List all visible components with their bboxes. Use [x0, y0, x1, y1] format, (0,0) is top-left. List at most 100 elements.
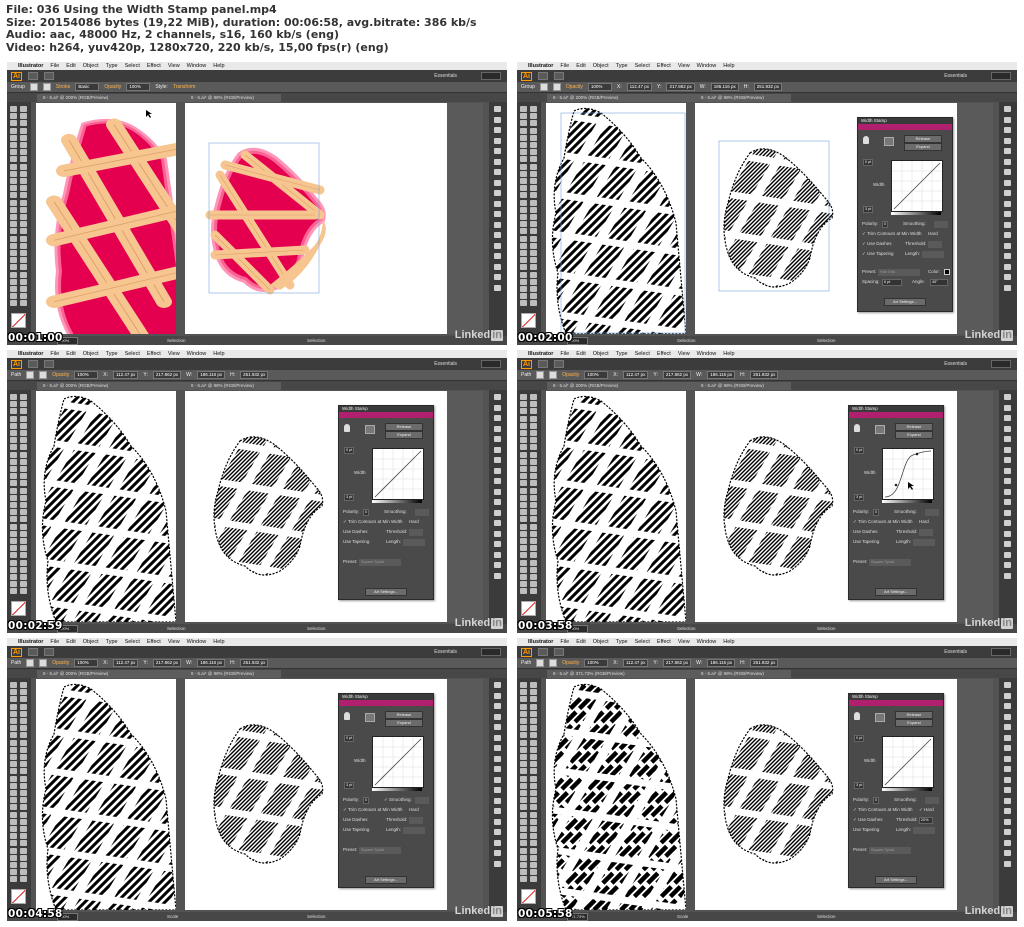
menu-type[interactable]: Type [106, 351, 118, 357]
document-tab-right[interactable]: 8 - 5.ai* @ 98% (RGB/Preview) [185, 670, 281, 678]
max-width-field[interactable]: 0 pt [344, 447, 355, 454]
dock-panel-icon[interactable] [494, 755, 501, 762]
tool-icon[interactable] [520, 149, 527, 156]
dock-panel-icon[interactable] [494, 263, 501, 270]
tool-icon[interactable] [530, 545, 537, 552]
tool-icon[interactable] [530, 725, 537, 732]
dock-panel-icon[interactable] [494, 232, 501, 238]
tool-icon[interactable] [10, 775, 17, 782]
tool-icon[interactable] [530, 811, 537, 818]
menu-object[interactable]: Object [593, 63, 609, 69]
dock-panel-icon[interactable] [1004, 745, 1011, 751]
menu-object[interactable]: Object [593, 639, 609, 645]
dock-panel-icon[interactable] [1004, 242, 1011, 249]
tool-icon[interactable] [20, 206, 27, 213]
tool-icon[interactable] [10, 754, 17, 760]
art-settings-button[interactable]: Art Settings... [365, 876, 407, 884]
dock-panel-icon[interactable] [1004, 724, 1011, 730]
fill-swatch[interactable] [29, 83, 38, 91]
tool-icon[interactable] [530, 120, 537, 127]
control-item[interactable]: 251.932 px [750, 659, 779, 667]
document-tab-right[interactable]: 8 - 5.ai* @ 98% (RGB/Preview) [185, 382, 281, 390]
dock-panel-icon[interactable] [494, 127, 501, 133]
tool-icon[interactable] [530, 293, 537, 300]
tool-icon[interactable] [20, 509, 27, 516]
dock-panel-icon[interactable] [494, 446, 501, 453]
stroke-swatch[interactable] [39, 659, 48, 667]
tool-icon[interactable] [530, 170, 537, 177]
stroke-swatch[interactable] [552, 83, 561, 91]
tool-icon[interactable] [10, 840, 17, 847]
menu-file[interactable]: File [50, 639, 59, 645]
tool-icon[interactable] [10, 466, 17, 472]
app-menu-illustrator[interactable]: Illustrator [528, 63, 553, 69]
tool-icon[interactable] [530, 761, 537, 768]
menu-type[interactable]: Type [616, 351, 628, 357]
tool-icon[interactable] [10, 574, 17, 580]
tool-icon[interactable] [520, 473, 527, 480]
control-item[interactable]: 251.932 px [240, 659, 269, 667]
control-item[interactable]: Basic [75, 83, 100, 91]
document-tab-right[interactable]: 8 - 5.ai* @ 98% (RGB/Preview) [695, 670, 791, 678]
help-search-input[interactable] [481, 72, 501, 80]
tool-icon[interactable] [10, 718, 17, 724]
dock-panel-icon[interactable] [1004, 488, 1011, 495]
dock-panel-icon[interactable] [494, 541, 501, 547]
width-curve-graph[interactable] [372, 448, 424, 500]
dock-panel-icon[interactable] [494, 713, 501, 720]
tool-icon[interactable] [520, 163, 527, 170]
tool-icon[interactable] [530, 818, 537, 825]
tool-icon[interactable] [10, 271, 17, 278]
tool-icon[interactable] [520, 134, 527, 141]
workspace-switcher[interactable]: Essentials [944, 649, 967, 655]
tool-icon[interactable] [520, 286, 527, 292]
tool-icon[interactable] [520, 156, 527, 163]
tool-icon[interactable] [20, 422, 27, 429]
artboard-left[interactable] [546, 103, 686, 334]
tool-icon[interactable] [530, 847, 537, 854]
dock-panel-icon[interactable] [1004, 106, 1011, 112]
dock-panel-icon[interactable] [1004, 221, 1011, 228]
tool-icon[interactable] [520, 228, 527, 235]
tool-icon[interactable] [520, 401, 527, 408]
tool-icon[interactable] [530, 768, 537, 775]
threshold-field[interactable] [409, 817, 423, 824]
length-field[interactable] [913, 827, 935, 834]
help-search-input[interactable] [991, 360, 1011, 368]
control-item[interactable]: Transform [173, 84, 196, 90]
menu-effect[interactable]: Effect [657, 351, 671, 357]
artboard-left[interactable] [36, 103, 176, 334]
tool-icon[interactable] [520, 487, 527, 494]
control-item[interactable]: Opacity [52, 660, 69, 666]
tool-icon[interactable] [10, 458, 17, 465]
tool-icon[interactable] [10, 552, 17, 559]
control-item[interactable]: 100% [584, 371, 609, 379]
tool-icon[interactable] [20, 163, 27, 170]
dock-panel-icon[interactable] [1004, 436, 1011, 442]
polarity-field[interactable]: 0 [363, 797, 370, 804]
tool-icon[interactable] [20, 754, 27, 760]
tool-icon[interactable] [520, 516, 527, 523]
tool-icon[interactable] [20, 739, 27, 746]
menu-view[interactable]: View [168, 639, 180, 645]
dock-panel-icon[interactable] [1004, 200, 1011, 207]
tool-icon[interactable] [10, 142, 17, 148]
tool-icon[interactable] [20, 444, 27, 451]
tool-icon[interactable] [530, 840, 537, 847]
tool-icon[interactable] [520, 509, 527, 516]
tool-icon[interactable] [530, 746, 537, 753]
tool-icon[interactable] [530, 538, 537, 544]
tool-icon[interactable] [10, 559, 17, 566]
tool-icon[interactable] [20, 746, 27, 753]
menu-object[interactable]: Object [593, 351, 609, 357]
control-item[interactable]: Opacity [566, 84, 583, 90]
dock-panel-icon[interactable] [1004, 404, 1011, 411]
tool-icon[interactable] [20, 761, 27, 768]
menu-type[interactable]: Type [616, 63, 628, 69]
tool-icon[interactable] [520, 682, 527, 688]
tool-icon[interactable] [520, 300, 527, 307]
smoothing-field[interactable] [415, 797, 429, 804]
preset-dropdown[interactable]: Square Spiral [869, 847, 911, 854]
trim-contours-checkbox[interactable]: ✓ Trim Contours at Min Width [862, 231, 922, 237]
tool-icon[interactable] [10, 199, 17, 206]
